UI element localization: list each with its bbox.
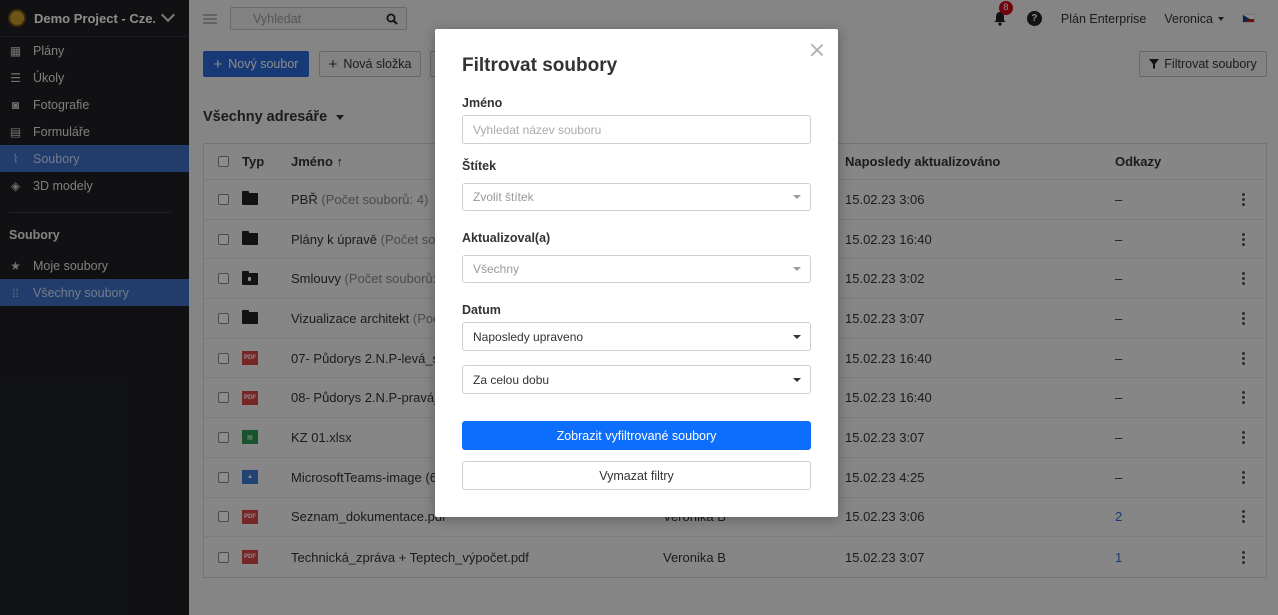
dropdown-arrow-icon bbox=[793, 195, 801, 199]
updated-by-select[interactable]: Všechny bbox=[462, 255, 811, 283]
clear-filters-button[interactable]: Vymazat filtry bbox=[462, 461, 811, 490]
date-range-value: Za celou dobu bbox=[473, 372, 550, 387]
apply-filters-button[interactable]: Zobrazit vyfiltrované soubory bbox=[462, 421, 811, 450]
name-label: Jméno bbox=[462, 96, 503, 110]
tag-label: Štítek bbox=[462, 159, 497, 173]
close-icon[interactable] bbox=[810, 43, 823, 56]
dialog-title: Filtrovat soubory bbox=[462, 55, 618, 76]
updated-by-label: Aktualizoval(a) bbox=[462, 231, 551, 245]
dropdown-arrow-icon bbox=[793, 267, 801, 271]
tag-select[interactable]: Zvolit štítek bbox=[462, 183, 811, 211]
date-type-select[interactable]: Naposledy upraveno bbox=[462, 322, 811, 351]
date-type-value: Naposledy upraveno bbox=[473, 329, 584, 344]
filter-dialog: Filtrovat soubory Jméno Vyhledat název s… bbox=[435, 29, 838, 517]
updated-by-value: Všechny bbox=[473, 262, 520, 276]
tag-placeholder: Zvolit štítek bbox=[473, 190, 534, 204]
date-range-select[interactable]: Za celou dobu bbox=[462, 365, 811, 394]
date-label: Datum bbox=[462, 303, 501, 317]
dropdown-arrow-icon bbox=[793, 377, 801, 382]
file-name-placeholder: Vyhledat název souboru bbox=[473, 122, 602, 137]
file-name-input[interactable]: Vyhledat název souboru bbox=[462, 115, 811, 144]
dropdown-arrow-icon bbox=[793, 334, 801, 339]
